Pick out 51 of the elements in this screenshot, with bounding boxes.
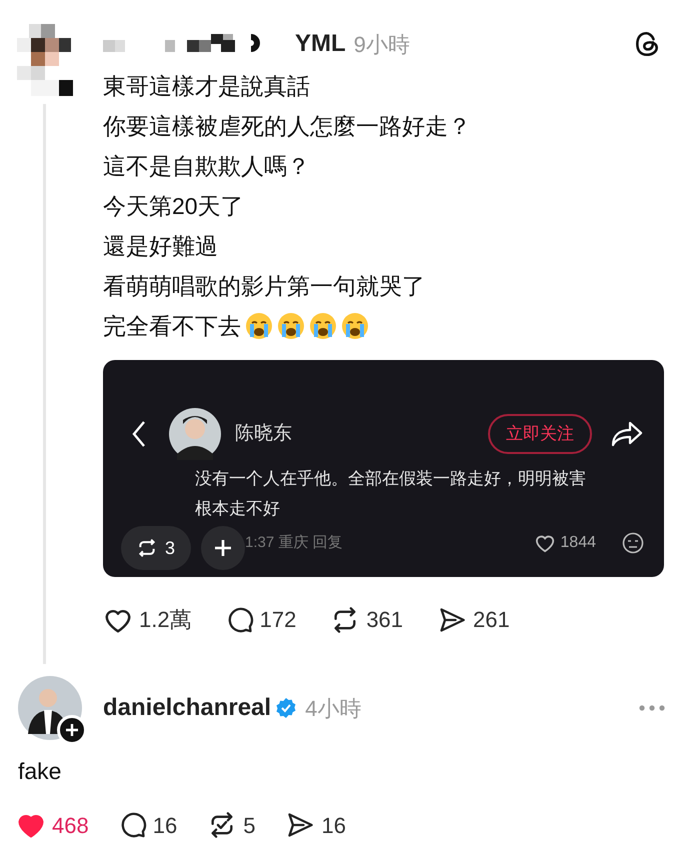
post-text-line: 東哥這樣才是說真話 [103, 72, 310, 101]
repost-pill[interactable]: 3 [121, 526, 192, 570]
comment-button[interactable]: 172 [226, 603, 304, 636]
avatar-figure [169, 408, 221, 460]
share-button[interactable]: 16 [285, 808, 354, 842]
crying-face-icon [245, 312, 273, 340]
threads-logo-icon[interactable] [634, 30, 660, 58]
comment-button[interactable]: 16 [118, 808, 186, 842]
post-text-line: 這不是自欺欺人嗎？ [103, 152, 310, 181]
count: 1.2萬 [139, 606, 192, 634]
comment-text: 没有一个人在乎他。全部在假装一路走好，明明被害根本走不好 [195, 468, 587, 520]
crying-face-icon [309, 312, 337, 340]
like-button[interactable]: 468 [16, 808, 97, 842]
heart-icon [534, 533, 556, 553]
count: 16 [152, 812, 178, 840]
more-icon[interactable] [638, 704, 666, 712]
follow-plus-icon[interactable] [57, 715, 87, 745]
like-count: 1844 [560, 533, 596, 553]
crying-face-icon [341, 312, 369, 340]
plus-icon [213, 538, 234, 558]
follow-button[interactable]: 立即关注 [488, 414, 592, 454]
count: 172 [260, 606, 296, 634]
count: 16 [321, 812, 346, 840]
crying-face-icon [277, 312, 305, 340]
post-text-line: 今天第20天了 [103, 192, 244, 221]
comment-icon [226, 606, 254, 634]
repost-button[interactable]: 5 [207, 808, 264, 842]
reply-text: fake [17, 757, 62, 786]
repost-button[interactable]: 361 [330, 603, 412, 636]
back-icon [131, 420, 147, 448]
post-text-line: 看萌萌唱歌的影片第一句就哭了 [103, 272, 425, 301]
reply-time: 4小時 [305, 694, 362, 722]
count: 361 [366, 606, 404, 634]
add-button[interactable] [201, 526, 246, 570]
user-name: 陈晓东 [235, 422, 292, 446]
count: 5 [243, 812, 256, 840]
comment-icon [118, 811, 147, 839]
face-icon [622, 532, 644, 554]
repost-icon [137, 538, 157, 558]
post-text-line: 還是好難過 [103, 232, 218, 261]
like-button[interactable]: 1.2萬 [103, 603, 200, 636]
author-name[interactable]: danielchanreal [103, 690, 272, 726]
share-button[interactable]: 261 [437, 603, 518, 636]
count: 468 [52, 812, 89, 840]
author-name[interactable]: YML [295, 26, 346, 62]
share-arrow-icon [610, 420, 644, 448]
post-text-line: 完全看不下去 [103, 312, 241, 341]
comment-meta: 1:37 重庆 回复 [245, 532, 343, 553]
post-text-line: 你要這樣被虐死的人怎麼一路好走？ [103, 112, 471, 141]
post-time: 9小時 [354, 30, 410, 58]
count: 261 [473, 606, 510, 634]
